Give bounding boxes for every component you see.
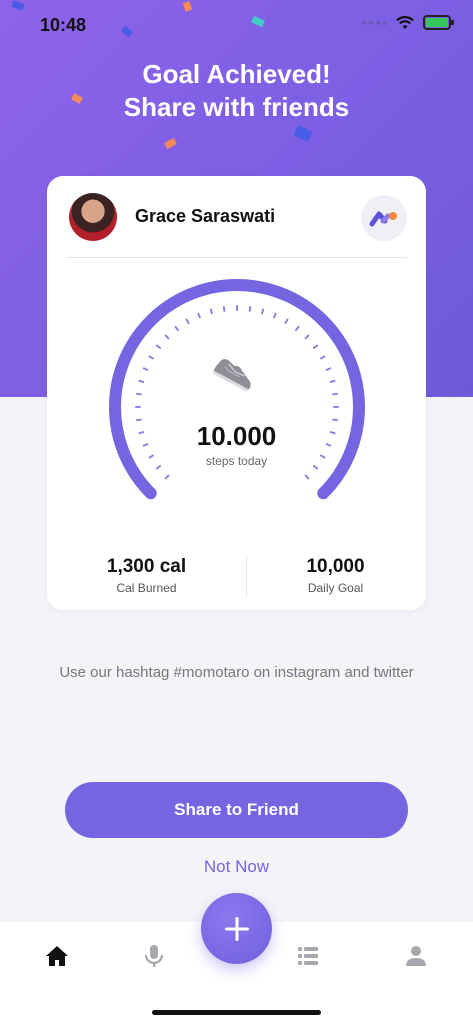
hero-title: Goal Achieved! Share with friends — [0, 58, 473, 124]
signal-icon — [362, 20, 387, 25]
gauge-tick — [284, 318, 289, 324]
gauge-tick — [135, 392, 142, 396]
tab-voice[interactable] — [140, 942, 168, 970]
momotaro-logo-icon — [369, 211, 397, 227]
hero-title-line1: Goal Achieved! — [142, 59, 331, 89]
steps-label: steps today — [205, 454, 268, 468]
shoe-icon — [213, 358, 251, 392]
stat-daily-goal: 10,000 Daily Goal — [241, 556, 430, 595]
home-indicator — [152, 1010, 321, 1015]
card-header: Grace Saraswati — [47, 176, 426, 258]
stat-calories-label: Cal Burned — [116, 581, 177, 595]
gauge-tick — [332, 392, 339, 396]
share-to-friend-button[interactable]: Share to Friend — [65, 782, 408, 838]
profile-icon — [406, 946, 426, 966]
steps-value: 10.000 — [196, 421, 277, 451]
gauge-tick — [209, 308, 213, 315]
achievement-card: Grace Saraswati 10.000 steps today 1,300… — [47, 176, 426, 610]
gauge-tick — [261, 308, 265, 315]
gauge-tick — [304, 334, 310, 340]
card-divider — [66, 257, 407, 258]
gauge-tick — [148, 355, 154, 360]
gauge-tick — [325, 367, 332, 371]
stat-calories: 1,300 cal Cal Burned — [52, 556, 241, 595]
gauge-tick — [155, 344, 162, 349]
add-button[interactable] — [201, 893, 272, 964]
confetti-piece — [163, 137, 178, 150]
gauge-tick — [174, 325, 179, 332]
home-icon — [46, 946, 68, 966]
gauge-tick — [185, 318, 190, 324]
steps-gauge — [109, 279, 365, 500]
gauge-tick — [320, 355, 326, 360]
tab-list[interactable] — [294, 942, 322, 970]
list-icon — [298, 947, 318, 965]
user-name: Grace Saraswati — [135, 206, 276, 226]
not-now-link[interactable]: Not Now — [0, 857, 473, 877]
gauge-tick — [138, 379, 145, 383]
battery-icon — [423, 15, 454, 30]
hashtag-text: Use our hashtag #momotaro on instagram a… — [59, 664, 414, 681]
hero-title-line2: Share with friends — [123, 92, 350, 122]
gauge-tick — [222, 305, 226, 312]
gauge-tick — [164, 334, 170, 340]
status-icons — [362, 15, 454, 30]
stat-calories-value: 1,300 cal — [106, 556, 187, 577]
gauge-tick — [248, 305, 252, 312]
brand-logo — [361, 195, 407, 241]
status-bar: 10:48 — [0, 0, 473, 50]
gauge-tick — [304, 474, 310, 480]
confetti-piece — [293, 125, 313, 142]
add-icon — [224, 916, 249, 941]
gauge-tick — [164, 474, 170, 480]
microphone-icon — [144, 945, 164, 967]
gauge-tick — [142, 367, 149, 371]
tab-profile[interactable] — [402, 942, 430, 970]
status-time: 10:48 — [40, 15, 87, 35]
avatar[interactable] — [69, 193, 117, 241]
tab-home[interactable] — [43, 942, 71, 970]
gauge-tick — [197, 312, 201, 319]
wifi-icon — [396, 15, 414, 29]
stats-row: 1,300 cal Cal Burned 10,000 Daily Goal — [47, 556, 426, 598]
gauge-tick — [295, 325, 300, 332]
stat-daily-goal-value: 10,000 — [306, 556, 365, 577]
gauge-tick — [329, 379, 336, 383]
stat-daily-goal-label: Daily Goal — [307, 581, 364, 595]
gauge-tick — [312, 344, 319, 349]
gauge-tick — [273, 312, 277, 319]
